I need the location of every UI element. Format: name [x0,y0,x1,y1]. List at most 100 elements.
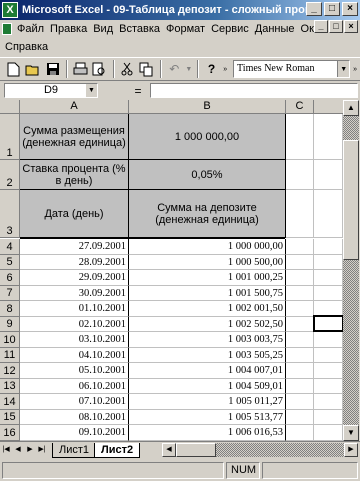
cell-c3[interactable] [286,190,314,238]
date-cell[interactable]: 28.09.2001 [20,255,129,270]
amount-cell[interactable]: 1 004 509,01 [129,379,286,394]
empty-cell-c[interactable] [286,425,314,441]
tab-sheet1[interactable]: Лист1 [52,442,97,458]
cell-c2[interactable] [286,160,314,190]
row-header[interactable]: 5 [0,255,20,270]
cell-d3[interactable] [314,190,343,238]
row-header[interactable]: 6 [0,270,20,286]
empty-cell-d[interactable] [314,410,343,425]
column-header-b[interactable]: B [129,100,286,114]
date-cell[interactable]: 08.10.2001 [20,410,129,425]
date-cell[interactable]: 01.10.2001 [20,301,129,317]
empty-cell-c[interactable] [286,348,314,363]
row-header-1[interactable]: 1 [0,114,20,160]
cell-c1[interactable] [286,114,314,160]
toolbar-options-icon[interactable]: » [221,59,229,79]
scroll-left-icon[interactable]: ◀ [162,443,176,457]
row-header-3[interactable]: 3 [0,190,20,238]
scroll-right-icon[interactable]: ▶ [344,443,358,457]
prev-sheet-icon[interactable]: ◀ [12,443,24,457]
help-icon[interactable]: ? [202,59,222,79]
document-icon[interactable] [2,23,12,35]
amount-cell[interactable]: 1 003 003,75 [129,332,286,348]
print-icon[interactable] [71,59,91,79]
empty-cell-d[interactable] [314,379,343,394]
column-header-c[interactable]: C [286,100,314,114]
scroll-up-icon[interactable]: ▲ [343,100,359,116]
empty-cell-c[interactable] [286,332,314,348]
font-name-select[interactable]: Times New Roman ▼ [233,60,351,78]
vertical-scroll-track[interactable] [343,116,359,425]
row-header[interactable]: 7 [0,286,20,301]
empty-cell-c[interactable] [286,379,314,394]
vertical-scroll-thumb[interactable] [343,140,359,260]
new-icon[interactable] [4,59,24,79]
chevron-down-icon[interactable]: ▼ [337,61,350,77]
column-header-d[interactable] [314,100,343,114]
empty-cell-c[interactable] [286,286,314,301]
amount-cell[interactable]: 1 001 500,75 [129,286,286,301]
empty-cell-c[interactable] [286,317,314,332]
horizontal-scroll-thumb[interactable] [176,443,216,457]
empty-cell-d[interactable] [314,363,343,379]
cell-d2[interactable] [314,160,343,190]
empty-cell-d[interactable] [314,394,343,410]
cell-b3[interactable]: Сумма на депозите (денежная единица) [129,190,286,238]
date-cell[interactable]: 02.10.2001 [20,317,129,332]
empty-cell-c[interactable] [286,410,314,425]
menu-data[interactable]: Данные [252,23,298,35]
cut-icon[interactable] [118,59,138,79]
selected-cell-d9[interactable] [313,315,343,332]
menu-tools[interactable]: Сервис [208,23,252,35]
date-cell[interactable]: 07.10.2001 [20,394,129,410]
row-header[interactable]: 9 [0,317,20,332]
row-header[interactable]: 16 [0,425,20,441]
menu-file[interactable]: Файл [14,23,47,35]
amount-cell[interactable]: 1 005 011,27 [129,394,286,410]
amount-cell[interactable]: 1 000 500,00 [129,255,286,270]
date-cell[interactable]: 09.10.2001 [20,425,129,441]
amount-cell[interactable]: 1 004 007,01 [129,363,286,379]
doc-restore-button[interactable]: □ [329,20,343,33]
empty-cell-c[interactable] [286,255,314,270]
chevron-down-icon[interactable]: ▼ [86,84,97,97]
row-header[interactable]: 10 [0,332,20,348]
horizontal-scrollbar[interactable]: ◀ ▶ [162,443,358,457]
worksheet-grid[interactable]: A B C 1 Сумма размещения (денежная едини… [0,100,343,441]
empty-cell-c[interactable] [286,363,314,379]
empty-cell-c[interactable] [286,239,314,255]
amount-cell[interactable]: 1 001 000,25 [129,270,286,286]
cell-b2[interactable]: 0,05% [129,160,286,190]
row-header[interactable]: 12 [0,363,20,379]
amount-cell[interactable]: 1 002 502,50 [129,317,286,332]
menu-view[interactable]: Вид [90,23,116,35]
empty-cell-c[interactable] [286,270,314,286]
amount-cell[interactable]: 1 000 000,00 [129,239,286,255]
menu-edit[interactable]: Правка [47,23,90,35]
vertical-scrollbar[interactable]: ▲ ▼ [343,100,360,441]
empty-cell-d[interactable] [314,239,343,255]
scroll-down-icon[interactable]: ▼ [343,425,359,441]
empty-cell-d[interactable] [314,255,343,270]
empty-cell-c[interactable] [286,394,314,410]
excel-icon[interactable]: X [2,2,18,18]
column-header-a[interactable]: A [20,100,129,114]
menu-format[interactable]: Формат [163,23,208,35]
preview-icon[interactable] [90,59,110,79]
date-cell[interactable]: 30.09.2001 [20,286,129,301]
cell-a2[interactable]: Ставка процента (% в день) [20,160,129,190]
cell-a3[interactable]: Дата (день) [20,190,129,238]
save-icon[interactable] [43,59,63,79]
empty-cell-d[interactable] [314,270,343,286]
date-cell[interactable]: 27.09.2001 [20,239,129,255]
first-sheet-icon[interactable]: |◀ [0,443,12,457]
row-header[interactable]: 13 [0,379,20,394]
date-cell[interactable]: 06.10.2001 [20,379,129,394]
date-cell[interactable]: 05.10.2001 [20,363,129,379]
row-header[interactable]: 8 [0,301,20,317]
doc-close-button[interactable]: × [344,20,358,33]
row-header[interactable]: 4 [0,239,20,255]
date-cell[interactable]: 04.10.2001 [20,348,129,363]
menu-insert[interactable]: Вставка [116,23,163,35]
close-button[interactable]: × [342,2,358,16]
